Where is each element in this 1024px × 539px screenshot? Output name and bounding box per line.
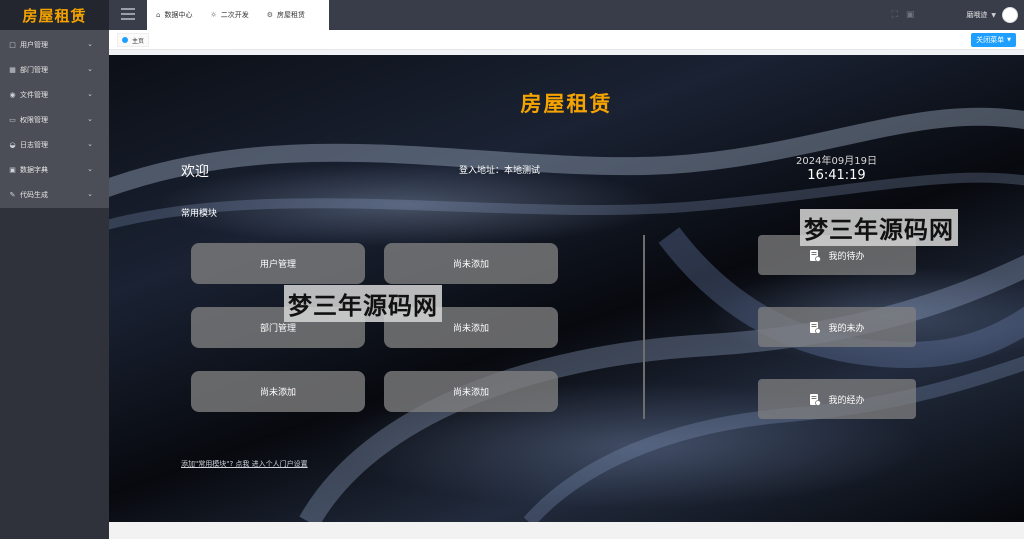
chevron-down-icon: ⌄ <box>87 165 93 173</box>
fullscreen-icon[interactable]: ⛶ <box>892 10 898 20</box>
tab-label: 房屋租赁 <box>277 11 306 19</box>
sidebar-item-label: 用户管理 <box>20 40 48 49</box>
close-menu-label: 关闭菜单 <box>976 36 1005 44</box>
module-button-user-management[interactable]: 用户管理 <box>191 243 365 284</box>
welcome-text: 欢迎 <box>181 164 209 180</box>
top-tabs: ⌂ 数据中心 ☼ 二次开发 ⚙ 房屋租赁 <box>147 0 329 30</box>
handled-button[interactable]: 我的经办 <box>758 379 916 419</box>
unhandled-button[interactable]: 我的未办 <box>758 307 916 347</box>
sidebar-item-code-generation[interactable]: ✎ 代码生成 ⌄ <box>0 182 109 207</box>
module-button-empty[interactable]: 尚未添加 <box>191 371 365 412</box>
tab-data-center[interactable]: ⌂ 数据中心 <box>147 0 201 30</box>
chevron-down-icon: ⌄ <box>87 65 93 73</box>
sidebar-item-label: 文件管理 <box>20 90 48 99</box>
current-time: 16:41:19 <box>807 168 866 183</box>
sidebar: 房屋租赁 □ 用户管理 ⌄ ▦ 部门管理 ⌄ ◉ 文件管理 ⌄ ▭ 权限管理 ⌄… <box>0 0 109 539</box>
dictionary-icon: ▣ <box>9 165 16 174</box>
dashboard-main: 房屋租赁 欢迎 登入地址：本地测试 2024年09月19日 16:41:19 常… <box>109 55 1024 522</box>
gear-icon: ⚙ <box>266 11 274 19</box>
tab-label: 二次开发 <box>220 11 249 19</box>
sidebar-item-label: 权限管理 <box>20 115 48 124</box>
footer-bar <box>109 522 1024 539</box>
department-icon: ▦ <box>9 65 16 74</box>
tab-label: 数据中心 <box>164 11 193 19</box>
sidebar-item-log-management[interactable]: ◒ 日志管理 ⌄ <box>0 132 109 157</box>
current-date: 2024年09月19日 <box>796 156 877 167</box>
top-header: ⌂ 数据中心 ☼ 二次开发 ⚙ 房屋租赁 ⛶ ▣ 磨哦迹 ▼ <box>109 0 1024 30</box>
chevron-down-icon: ⌄ <box>87 40 93 48</box>
sidebar-menu: □ 用户管理 ⌄ ▦ 部门管理 ⌄ ◉ 文件管理 ⌄ ▭ 权限管理 ⌄ ◒ 日志… <box>0 30 109 208</box>
tab-home-label: 主页 <box>132 37 145 45</box>
sidebar-item-department-management[interactable]: ▦ 部门管理 ⌄ <box>0 57 109 82</box>
tab-secondary-development[interactable]: ☼ 二次开发 <box>201 0 257 30</box>
document-check-icon <box>810 321 822 334</box>
monitor-icon: ▭ <box>9 115 16 124</box>
bulb-icon: ☼ <box>210 11 217 19</box>
sidebar-item-permission-management[interactable]: ▭ 权限管理 ⌄ <box>0 107 109 132</box>
user-icon: □ <box>9 40 16 49</box>
vertical-divider <box>643 235 645 419</box>
sidebar-item-label: 数据字典 <box>20 165 48 174</box>
avatar[interactable] <box>1002 7 1018 23</box>
chevron-down-icon: ⌄ <box>87 115 93 123</box>
menu-toggle-icon[interactable] <box>121 8 135 22</box>
background-waves <box>109 107 1024 522</box>
sidebar-item-user-management[interactable]: □ 用户管理 ⌄ <box>0 32 109 57</box>
watermark: 梦三年源码网 <box>800 209 958 246</box>
sidebar-item-label: 代码生成 <box>20 190 48 199</box>
sidebar-item-file-management[interactable]: ◉ 文件管理 ⌄ <box>0 82 109 107</box>
page-tab-bar: 主页 关闭菜单 ▼ <box>109 30 1024 50</box>
app-logo[interactable]: 房屋租赁 <box>0 0 109 30</box>
chevron-down-icon: ⌄ <box>87 190 93 198</box>
code-icon: ✎ <box>9 190 16 199</box>
sidebar-item-data-dictionary[interactable]: ▣ 数据字典 ⌄ <box>0 157 109 182</box>
chevron-down-icon: ⌄ <box>87 90 93 98</box>
caret-down-icon[interactable]: ▼ <box>991 12 996 19</box>
log-icon: ◒ <box>9 140 16 149</box>
document-check-icon <box>810 393 822 406</box>
unhandled-label: 我的未办 <box>828 323 865 334</box>
user-name[interactable]: 磨哦迹 <box>966 10 987 20</box>
todo-label: 我的待办 <box>828 251 865 262</box>
handled-label: 我的经办 <box>828 395 865 406</box>
watermark: 梦三年源码网 <box>284 285 442 322</box>
sidebar-item-label: 日志管理 <box>20 140 48 149</box>
caret-down-icon: ▼ <box>1007 37 1011 43</box>
module-button-empty[interactable]: 尚未添加 <box>384 371 558 412</box>
common-modules-label: 常用模块 <box>181 209 218 219</box>
file-icon: ◉ <box>9 90 16 99</box>
tab-home[interactable]: 主页 <box>117 33 150 47</box>
page-title: 房屋租赁 <box>520 92 613 116</box>
lock-icon[interactable]: ▣ <box>906 10 915 20</box>
module-button-empty[interactable]: 尚未添加 <box>384 243 558 284</box>
active-dot-icon <box>122 37 128 43</box>
close-menu-button[interactable]: 关闭菜单 ▼ <box>971 33 1016 47</box>
sidebar-item-label: 部门管理 <box>20 65 48 74</box>
home-icon: ⌂ <box>156 11 161 19</box>
portal-settings-link[interactable]: 添加"常用模块"? 点我 进入个人门户设置 <box>181 459 308 469</box>
header-right: ⛶ ▣ 磨哦迹 ▼ <box>892 0 1024 30</box>
chevron-down-icon: ⌄ <box>87 140 93 148</box>
tab-house-rental[interactable]: ⚙ 房屋租赁 <box>258 0 314 30</box>
document-check-icon <box>810 249 822 262</box>
login-address: 登入地址：本地测试 <box>459 166 541 176</box>
